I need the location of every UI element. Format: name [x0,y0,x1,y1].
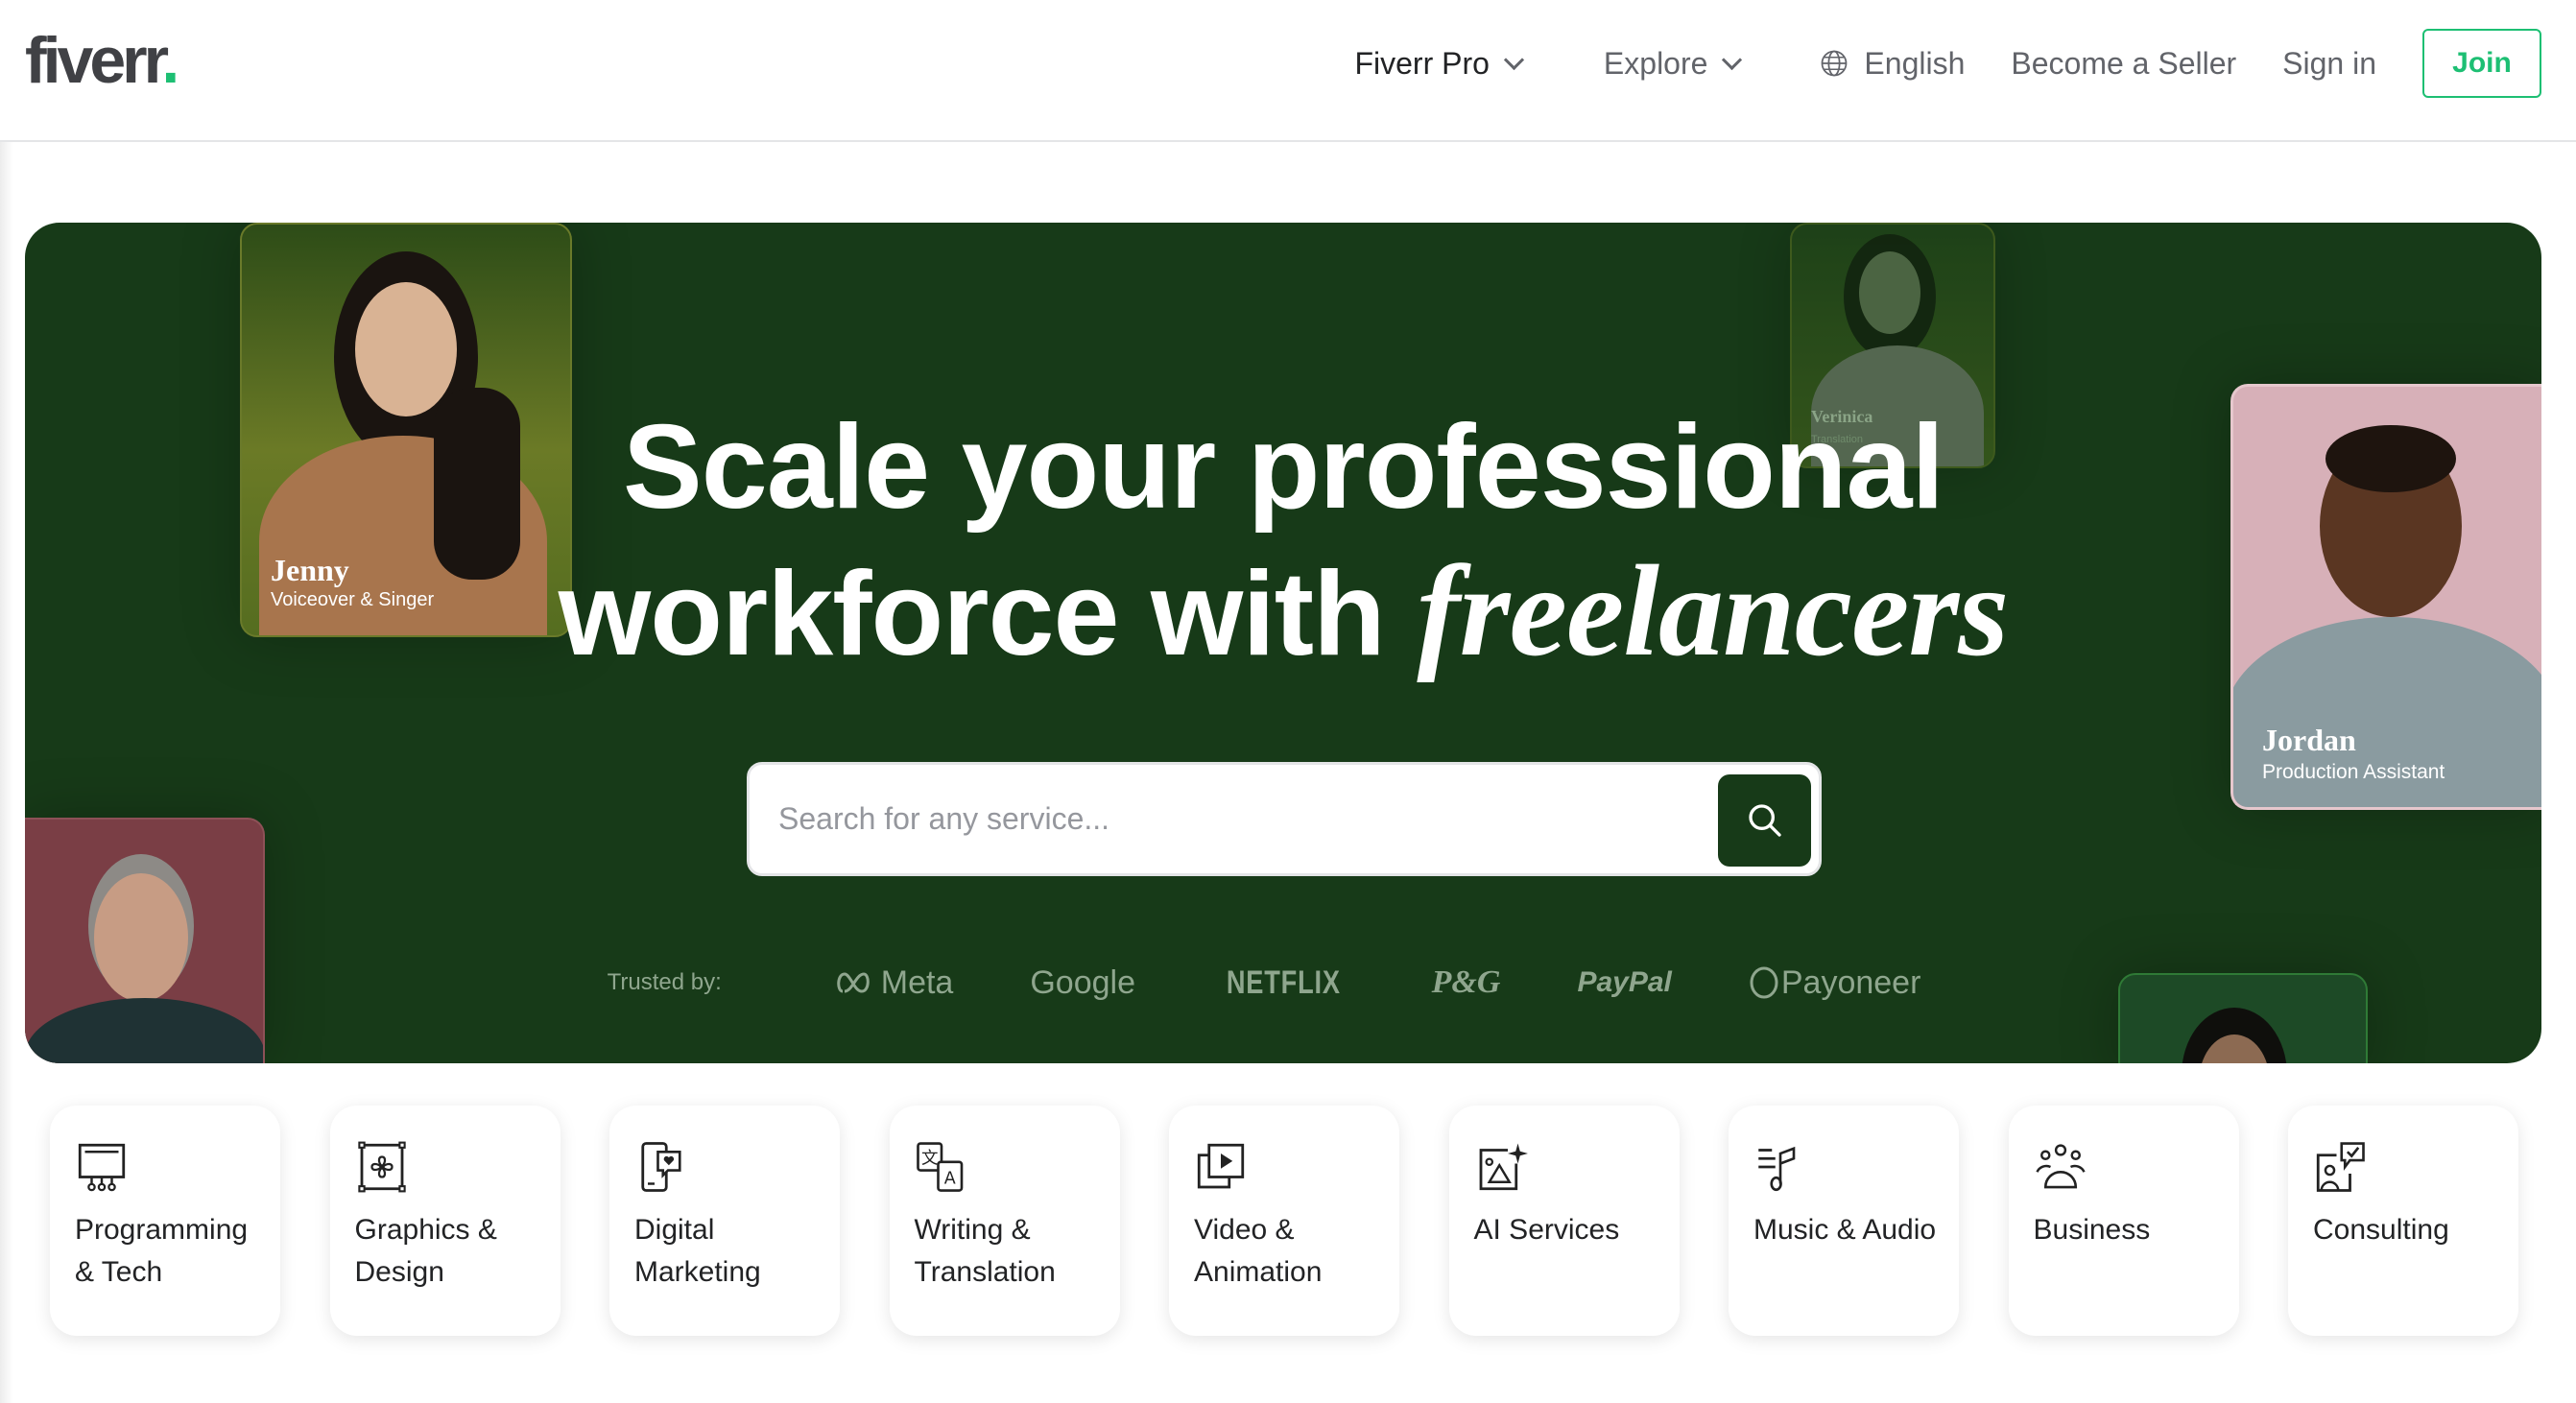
nav-become-seller[interactable]: Become a Seller [2011,46,2236,82]
search-bar [747,762,1822,876]
nav-fiverr-pro[interactable]: Fiverr Pro [1354,45,1525,82]
monitor-circuit-icon [78,1143,126,1192]
meta-infinity-icon [837,972,870,993]
nav-sign-in[interactable]: Sign in [2282,46,2376,82]
category-label: Business [2033,1214,2151,1246]
translate-icon: 文 A [916,1142,963,1192]
video-play-icon [1197,1143,1245,1189]
category-card-digital-marketing[interactable]: Digital Marketing [609,1106,840,1336]
category-card-business[interactable]: Business [2008,1106,2239,1336]
people-group-icon [2035,1144,2086,1189]
category-card-ai-services[interactable]: AI Services [1448,1106,1680,1336]
category-card-music-audio[interactable]: Music & Audio [1729,1106,1959,1336]
brand-logo-google: Google [1030,963,1135,1001]
headline-line-2: workforce with [558,548,1418,680]
trusted-by-row: Trusted by: Meta Google NETFLIX P&G PayP… [25,954,2541,1011]
logo-dot: . [161,24,179,97]
search-icon [1748,804,1781,837]
brand-logo-payoneer: Payoneer [1749,963,1921,1002]
nav-language-label: English [1864,45,1966,81]
brand-logo-netflix: NETFLIX [1226,963,1341,1001]
headline-italic-word: freelancers [1417,539,2009,683]
brand-name: Meta [880,963,954,1001]
globe-icon [1822,50,1848,77]
search-input[interactable] [778,765,1681,873]
payoneer-ring-icon [1750,966,1778,999]
consulting-icon [2316,1142,2365,1192]
category-label: Consulting [2313,1214,2449,1246]
category-label: Writing & Translation [914,1214,1056,1288]
freelancer-name: Jordan [2262,723,2356,757]
category-card-video-animation[interactable]: Video & Animation [1169,1106,1399,1336]
hero-headline: Scale your professional workforce with f… [25,395,2541,686]
fiverr-logo[interactable]: fiverr. [25,23,179,98]
category-label: Digital Marketing [634,1214,761,1288]
category-label: Video & Animation [1194,1214,1323,1288]
nav-fiverr-pro-label: Fiverr Pro [1354,45,1490,81]
nav-explore-label: Explore [1603,45,1708,81]
page-edge-shadow [0,0,13,1403]
trusted-by-label: Trusted by: [607,969,722,995]
chevron-down-icon [1503,49,1525,70]
category-card-graphics-design[interactable]: Graphics & Design [329,1106,561,1336]
logo-text: fiverr [25,24,165,97]
brand-logo-paypal: PayPal [1577,966,1672,998]
category-card-consulting[interactable]: Consulting [2288,1106,2518,1336]
svg-text:A: A [943,1170,955,1189]
main-nav: Fiverr Pro Explore English Become a Sell… [1354,29,2541,98]
phone-heart-icon [641,1142,681,1192]
category-card-programming-tech[interactable]: Programming & Tech [50,1106,280,1336]
svg-text:文: 文 [921,1150,939,1169]
freelancer-card-partial-left [25,818,265,1063]
join-button[interactable]: Join [2422,29,2541,98]
brand-name: Payoneer [1780,963,1921,1001]
design-frame-icon [357,1141,406,1193]
brand-logo-pg: P&G [1431,964,1501,1000]
category-label: Music & Audio [1753,1214,1937,1246]
category-label: Programming & Tech [75,1214,249,1288]
search-button[interactable] [1718,774,1811,867]
headline-line-1: Scale your professional [623,401,1944,534]
category-card-writing-translation[interactable]: 文 A Writing & Translation [889,1106,1120,1336]
category-list: Programming & Tech Graphics & Design Dig… [50,1106,2568,1336]
category-label: AI Services [1473,1214,1620,1246]
freelancer-photo [25,820,263,1063]
category-label: Graphics & Design [354,1214,497,1288]
music-note-icon [1758,1146,1796,1192]
chevron-down-icon [1722,49,1743,70]
brand-logo-meta: Meta [837,963,954,1002]
nav-explore[interactable]: Explore [1603,45,1743,82]
nav-language[interactable]: English [1820,46,1965,82]
freelancer-role: Production Assistant [2262,761,2445,783]
hero-banner: Jenny Voiceover & Singer Verinica Transl… [25,223,2541,1063]
top-header: fiverr. Fiverr Pro Explore English Becom… [0,0,2576,142]
ai-image-icon [1479,1143,1528,1191]
